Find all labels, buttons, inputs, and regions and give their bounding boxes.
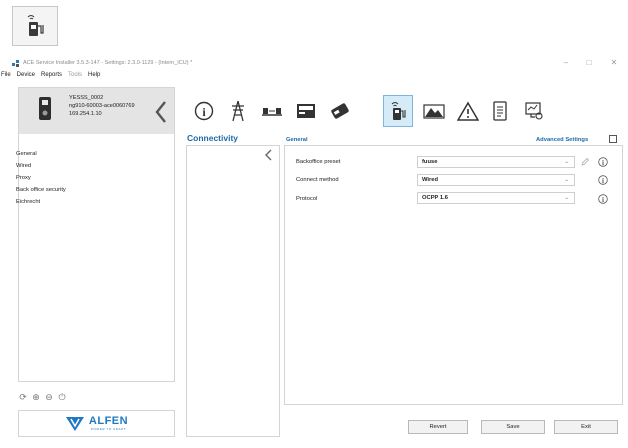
warning-icon[interactable] xyxy=(453,95,483,127)
svg-text:i: i xyxy=(202,105,206,119)
connectivity-subnav xyxy=(186,145,280,437)
exit-button[interactable]: Exit xyxy=(554,420,618,434)
close-button[interactable]: ✕ xyxy=(608,56,620,70)
load-balancing-icon[interactable] xyxy=(257,95,287,127)
alfen-logo-mark-icon xyxy=(65,416,84,431)
refresh-icon[interactable]: ⟳ xyxy=(18,392,28,404)
charger-device-icon xyxy=(39,97,51,120)
subsection-title: General xyxy=(286,137,308,143)
subnav-item-general[interactable]: General xyxy=(16,151,37,157)
backoffice-preset-label: Backoffice preset xyxy=(296,159,341,165)
subnav-item-proxy[interactable]: Proxy xyxy=(16,175,31,181)
alfen-brand: ALFEN xyxy=(88,415,129,427)
menu-tools[interactable]: Tools xyxy=(68,72,82,78)
subnav-item-eichrecht[interactable]: Eichrecht xyxy=(16,199,40,205)
device-ip: 169.254.1.10 xyxy=(69,111,102,117)
maximize-button[interactable]: □ xyxy=(583,56,595,70)
protocol-select[interactable]: OCPP 1.6 ⌄ xyxy=(417,192,575,204)
pencil-icon[interactable] xyxy=(580,157,590,167)
subnav-item-back-office-security[interactable]: Back office security xyxy=(16,187,66,193)
subnav-item-wired[interactable]: Wired xyxy=(16,163,31,169)
save-button[interactable]: Save xyxy=(481,420,545,434)
collapse-panel-chevron-icon[interactable] xyxy=(154,100,168,124)
log-monitor-icon[interactable] xyxy=(519,95,549,127)
connect-method-label: Connect method xyxy=(296,177,339,183)
chevron-down-icon: ⌄ xyxy=(564,177,569,183)
revert-button[interactable]: Revert xyxy=(408,420,468,434)
window-title: ACE Service Installer 3.5.3-147 - Settin… xyxy=(23,60,193,66)
connect-method-value: Wired xyxy=(422,177,439,183)
chevron-down-icon: ⌄ xyxy=(564,195,569,201)
display-icon[interactable] xyxy=(291,95,321,127)
page-title: Connectivity xyxy=(187,133,239,143)
menu-help[interactable]: Help xyxy=(88,72,100,78)
protocol-label: Protocol xyxy=(296,196,318,202)
collapse-subnav-chevron-icon[interactable] xyxy=(263,149,273,161)
backoffice-preset-select[interactable]: fuuse ⌄ xyxy=(417,156,575,168)
svg-text:i: i xyxy=(602,196,604,204)
charger-app-icon xyxy=(12,6,58,46)
alfen-tagline: POWER TO ADAPT xyxy=(90,427,127,431)
app-root: ACE Service Installer 3.5.3-147 - Settin… xyxy=(0,0,628,448)
device-id: ng910-60003-ace0060769 xyxy=(69,103,135,109)
advanced-settings-checkbox[interactable] xyxy=(609,135,617,143)
chevron-down-icon: ⌄ xyxy=(564,159,569,165)
protocol-value: OCPP 1.6 xyxy=(422,195,448,201)
menu-device[interactable]: Device xyxy=(17,72,35,78)
power-icon[interactable]: ⏻ xyxy=(57,392,67,404)
info-icon[interactable]: i xyxy=(598,194,608,204)
device-actions: ⟳ ⊕ ⊖ ⏻ xyxy=(18,392,88,404)
backoffice-preset-value: fuuse xyxy=(422,159,438,165)
connect-method-select[interactable]: Wired ⌄ xyxy=(417,174,575,186)
cloud-upload-icon[interactable] xyxy=(419,95,449,127)
minimize-button[interactable]: – xyxy=(560,56,572,70)
menu-file[interactable]: File xyxy=(1,72,11,78)
section-toolbar: i xyxy=(186,95,626,129)
alfen-logo: ALFEN POWER TO ADAPT xyxy=(18,410,175,437)
add-circle-icon[interactable]: ⊕ xyxy=(31,392,41,404)
app-logo-icon xyxy=(12,59,19,67)
menu-reports[interactable]: Reports xyxy=(41,72,62,78)
device-name: YESSS_0002 xyxy=(69,95,104,101)
rfid-card-icon[interactable] xyxy=(325,95,355,127)
info-icon[interactable]: i xyxy=(598,175,608,185)
advanced-settings-label: Advanced Settings xyxy=(536,137,589,143)
info-icon[interactable]: i xyxy=(189,95,219,127)
grid-tower-icon[interactable] xyxy=(223,95,253,127)
window-titlebar: ACE Service Installer 3.5.3-147 - Settin… xyxy=(0,56,628,70)
charger-connectivity-icon[interactable] xyxy=(383,95,413,127)
svg-text:i: i xyxy=(602,159,604,167)
info-icon[interactable]: i xyxy=(598,157,608,167)
menu-bar: File Device Reports Tools Help xyxy=(0,70,628,80)
document-icon[interactable] xyxy=(485,95,515,127)
remove-circle-icon[interactable]: ⊖ xyxy=(44,392,54,404)
svg-text:i: i xyxy=(602,177,604,185)
